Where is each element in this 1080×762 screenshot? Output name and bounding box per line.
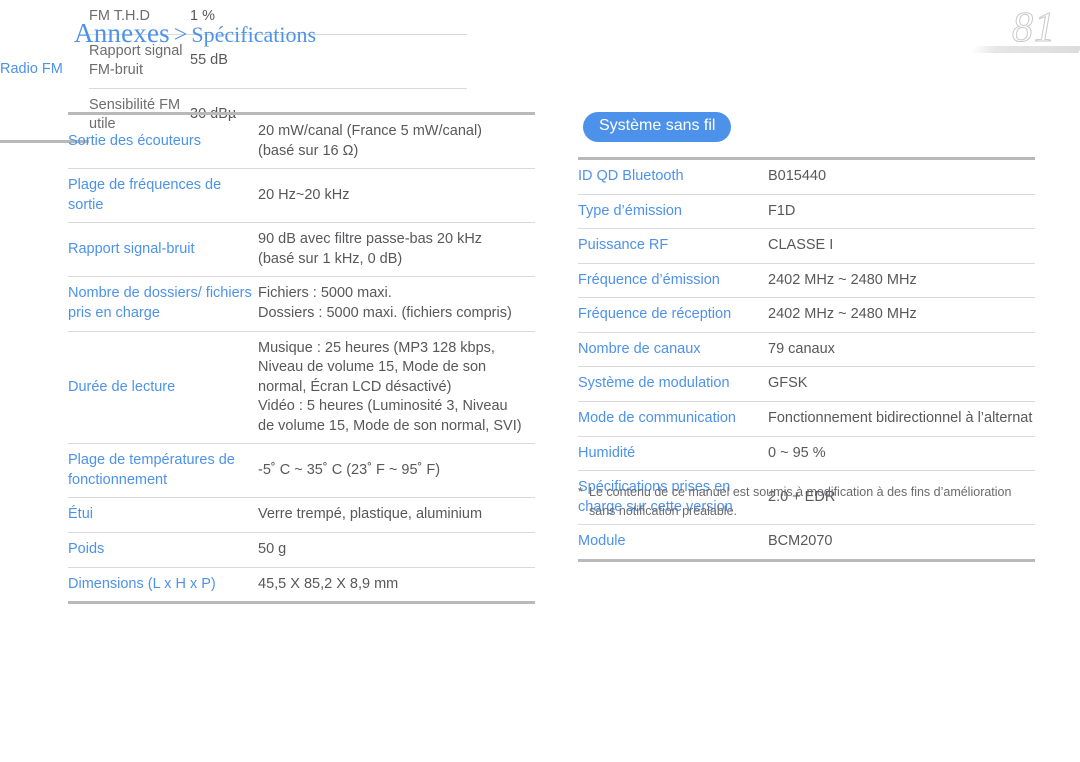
page-number: 81 (1012, 5, 1056, 52)
spec-value: CLASSE I (768, 228, 1035, 264)
breadcrumb-sub: Spécifications (191, 22, 317, 47)
breadcrumb-main: Annexes (74, 18, 170, 48)
table-row: Nombre de dossiers/ fichiers pris en cha… (68, 276, 535, 332)
spec-label: Système de modulation (578, 366, 768, 402)
table-row: Rapport signal-bruit 90 dB avec filtre p… (68, 222, 535, 278)
spec-value: 79 canaux (768, 332, 1035, 368)
spec-label: Poids (68, 532, 258, 568)
spec-value: 50 g (258, 532, 535, 568)
spec-value: 0 ~ 95 % (768, 436, 1035, 472)
spec-label: Plage de fréquences de sortie (68, 168, 258, 224)
spec-value: Musique : 25 heures (MP3 128 kbps, Niveau… (258, 331, 535, 445)
spec-label: Dimensions (L x H x P) (68, 567, 258, 605)
spec-label: Fréquence de réception (578, 297, 768, 333)
spec-label: Durée de lecture (68, 331, 258, 445)
spec-label: Étui (68, 497, 258, 533)
spec-value: 20 mW/canal (France 5 mW/canal) (basé sur… (258, 111, 535, 170)
spec-value: Fonctionnement bidirectionnel à l’altern… (768, 401, 1035, 437)
table-row: Fréquence de réception 2402 MHz ~ 2480 M… (578, 297, 1035, 333)
section-badge-wireless: Système sans fil (583, 112, 732, 142)
spec-value: 2402 MHz ~ 2480 MHz (768, 297, 1035, 333)
spec-label: Plage de températures de fonctionnement (68, 443, 258, 499)
table-row: ID QD Bluetooth B015440 (578, 157, 1035, 195)
audio-spec-table: Sortie des écouteurs 20 mW/canal (France… (68, 111, 535, 605)
table-row: Étui Verre trempé, plastique, aluminium (68, 497, 535, 533)
spec-value: F1D (768, 194, 1035, 230)
spec-value: GFSK (768, 366, 1035, 402)
table-row: Mode de communication Fonctionnement bid… (578, 401, 1035, 437)
table-row: Nombre de canaux 79 canaux (578, 332, 1035, 368)
spec-label: Module (578, 524, 768, 562)
footnote-marker: * (578, 485, 583, 499)
footnote-line-2: sans notification préalable. (589, 503, 738, 518)
table-row: Fréquence d’émission 2402 MHz ~ 2480 MHz (578, 263, 1035, 299)
table-row: Poids 50 g (68, 532, 535, 568)
table-row: Sortie des écouteurs 20 mW/canal (France… (68, 111, 535, 170)
breadcrumb: Annexes > Spécifications (74, 18, 316, 49)
spec-value: 2402 MHz ~ 2480 MHz (768, 263, 1035, 299)
table-row: Type d’émission F1D (578, 194, 1035, 230)
spec-value: 45,5 X 85,2 X 8,9 mm (258, 567, 535, 605)
footnote: * Le contenu de ce manuel est soumis à m… (578, 483, 1048, 521)
breadcrumb-separator: > (173, 22, 188, 48)
table-row: Plage de fréquences de sortie 20 Hz~20 k… (68, 168, 535, 224)
table-row: Puissance RF CLASSE I (578, 228, 1035, 264)
spec-value: B015440 (768, 157, 1035, 195)
footnote-line-1: Le contenu de ce manuel est soumis à mod… (589, 485, 1012, 499)
spec-label: Rapport signal-bruit (68, 222, 258, 278)
spec-label: Fréquence d’émission (578, 263, 768, 299)
table-row: Humidité 0 ~ 95 % (578, 436, 1035, 472)
table-row: Module BCM2070 (578, 524, 1035, 562)
spec-label: Mode de communication (578, 401, 768, 437)
audio-spec-table-body: Sortie des écouteurs 20 mW/canal (France… (68, 111, 535, 605)
spec-value: BCM2070 (768, 524, 1035, 562)
spec-value: 90 dB avec filtre passe-bas 20 kHz (basé … (258, 222, 535, 278)
table-row: Plage de températures de fonctionnement … (68, 443, 535, 499)
spec-value: 20 Hz~20 kHz (258, 168, 535, 224)
spec-label: Puissance RF (578, 228, 768, 264)
spec-label: Nombre de dossiers/ fichiers pris en cha… (68, 276, 258, 332)
table-row: Dimensions (L x H x P) 45,5 X 85,2 X 8,9… (68, 567, 535, 605)
table-row: Durée de lecture Musique : 25 heures (MP… (68, 331, 535, 445)
spec-label: Sortie des écouteurs (68, 111, 258, 170)
spec-label: Type d’émission (578, 194, 768, 230)
spec-value: -5˚ C ~ 35˚ C (23˚ F ~ 95˚ F) (258, 443, 535, 499)
spec-label: Humidité (578, 436, 768, 472)
spec-value: Verre trempé, plastique, aluminium (258, 497, 535, 533)
page-number-rule (970, 46, 1080, 53)
spec-value: Fichiers : 5000 maxi. Dossiers : 5000 max… (258, 276, 535, 332)
table-row: Système de modulation GFSK (578, 366, 1035, 402)
spec-label: ID QD Bluetooth (578, 157, 768, 195)
spec-label: Nombre de canaux (578, 332, 768, 368)
